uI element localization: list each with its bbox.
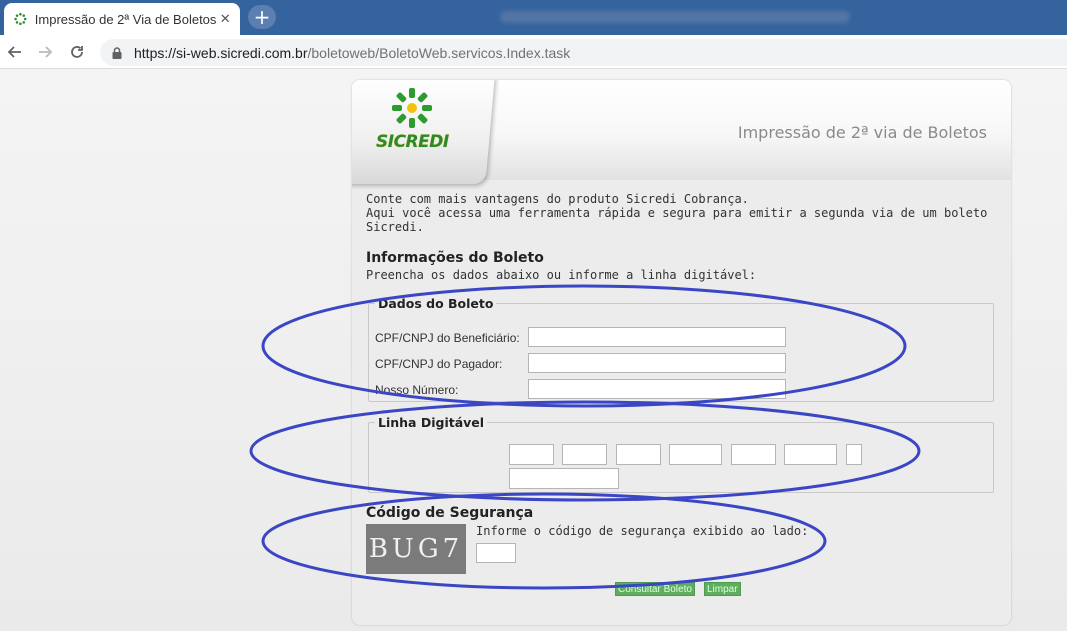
url-text: https://si-web.sicredi.com.br/boletoweb/… <box>134 45 570 61</box>
cpf-pagador-label: CPF/CNPJ do Pagador: <box>375 357 503 371</box>
dados-boleto-legend: Dados do Boleto <box>378 296 494 311</box>
forward-arrow-icon <box>39 46 53 58</box>
linha-segment-1[interactable] <box>509 444 554 465</box>
nosso-numero-input[interactable] <box>528 379 786 399</box>
reload-icon <box>71 46 83 58</box>
logo-text: SICREDI <box>376 132 449 152</box>
linha-segment-8[interactable] <box>509 468 619 489</box>
linha-digitavel-legend: Linha Digitável <box>378 415 485 430</box>
sicredi-logo-icon <box>392 88 432 128</box>
page-title: Impressão de 2ª via de Boletos <box>737 123 987 142</box>
linha-digitavel-fieldset: Linha Digitável <box>368 415 994 493</box>
close-icon[interactable]: ✕ <box>216 8 234 30</box>
back-button[interactable] <box>4 41 26 63</box>
sicredi-logo: SICREDI <box>370 82 470 162</box>
cpf-beneficiario-label: CPF/CNPJ do Beneficiário: <box>375 331 520 345</box>
card-header: SICREDI Impressão de 2ª via de Boletos <box>352 80 1011 184</box>
nosso-numero-label: Nosso Número: <box>375 383 459 397</box>
back-arrow-icon <box>7 46 21 58</box>
browser-tab[interactable]: Impressão de 2ª Via de Boletos ✕ <box>4 3 240 35</box>
info-title: Informações do Boleto <box>366 250 544 266</box>
consultar-boleto-button[interactable]: Consultar Boleto <box>615 582 695 596</box>
reload-button[interactable] <box>66 41 88 63</box>
boleto-card: SICREDI Impressão de 2ª via de Boletos C… <box>352 80 1011 625</box>
linha-segment-5[interactable] <box>731 444 776 465</box>
captcha-input[interactable] <box>476 543 516 563</box>
intro-line-2: Aqui você acessa uma ferramenta rápida e… <box>366 206 988 234</box>
intro-line-1: Conte com mais vantagens do produto Sicr… <box>366 192 749 206</box>
cpf-beneficiario-input[interactable] <box>528 327 786 347</box>
address-bar[interactable]: https://si-web.sicredi.com.br/boletoweb/… <box>100 39 1067 66</box>
dados-boleto-fieldset: Dados do Boleto CPF/CNPJ do Beneficiário… <box>368 296 994 402</box>
intro-text: Conte com mais vantagens do produto Sicr… <box>366 192 1011 234</box>
browser-tab-bar: Impressão de 2ª Via de Boletos ✕ + <box>0 0 1067 35</box>
info-subtitle: Preencha os dados abaixo ou informe a li… <box>366 268 757 282</box>
linha-segment-6[interactable] <box>784 444 837 465</box>
limpar-button[interactable]: Limpar <box>704 582 741 596</box>
lock-icon <box>112 46 122 59</box>
url-host: https://si-web.sicredi.com.br <box>134 44 308 61</box>
new-tab-button[interactable]: + <box>248 5 276 29</box>
captcha-image: BUG7 <box>366 524 466 574</box>
url-path: /boletoweb/BoletoWeb.servicos.Index.task <box>307 44 571 61</box>
browser-toolbar: https://si-web.sicredi.com.br/boletoweb/… <box>0 35 1067 69</box>
linha-segment-3[interactable] <box>616 444 661 465</box>
tab-title: Impressão de 2ª Via de Boletos <box>34 11 217 27</box>
cpf-pagador-input[interactable] <box>528 353 786 373</box>
seguranca-title: Código de Segurança <box>366 505 534 521</box>
linha-segment-4[interactable] <box>669 444 722 465</box>
forward-button[interactable] <box>34 41 56 63</box>
blurred-window-title <box>500 11 850 23</box>
linha-segment-2[interactable] <box>562 444 607 465</box>
linha-segment-7[interactable] <box>846 444 862 465</box>
sicredi-favicon-icon <box>14 12 27 26</box>
captcha-hint: Informe o código de segurança exibido ao… <box>476 524 809 538</box>
